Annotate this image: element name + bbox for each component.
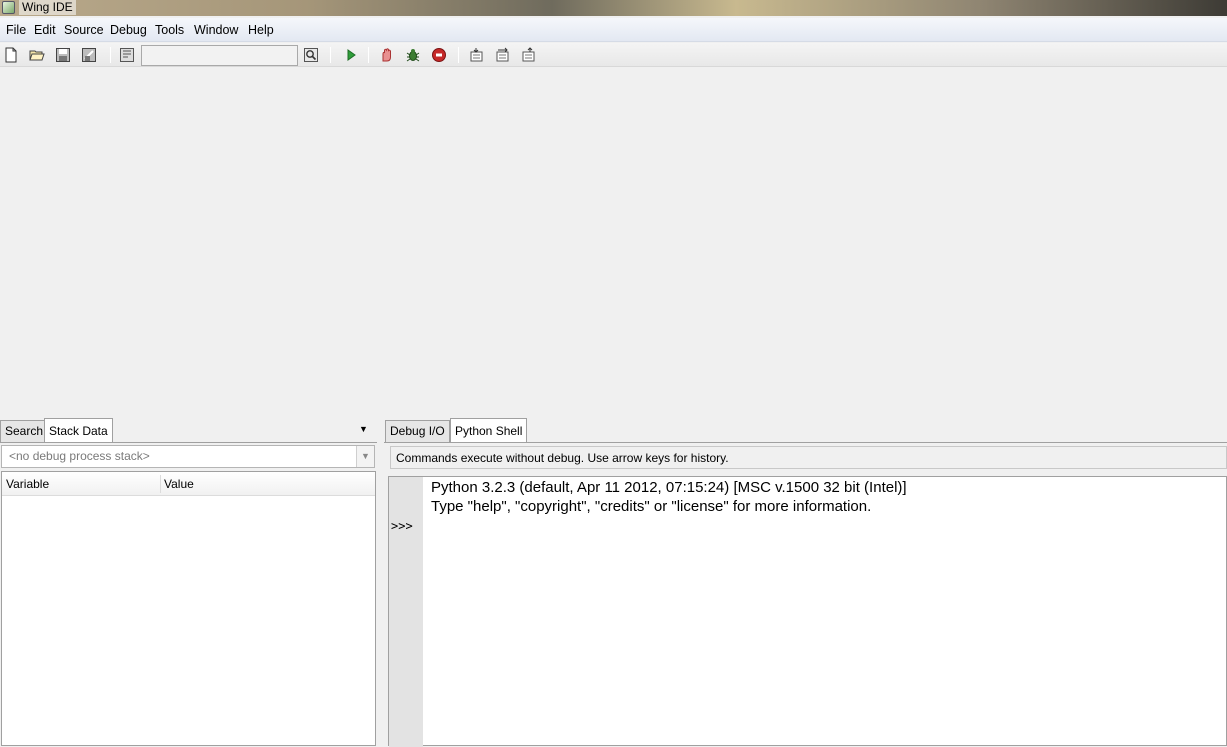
column-header-value[interactable]: Value — [164, 477, 194, 491]
column-header-variable[interactable]: Variable — [6, 477, 49, 491]
menu-debug[interactable]: Debug — [110, 22, 147, 38]
save-all-icon[interactable] — [81, 47, 97, 63]
print-icon[interactable] — [119, 47, 135, 63]
tab-divider — [0, 442, 377, 443]
menu-window[interactable]: Window — [194, 22, 238, 38]
toolbar-separator — [110, 47, 111, 63]
python-shell-panel: Debug I/O Python Shell Commands execute … — [384, 416, 1227, 747]
shell-output-line: Python 3.2.3 (default, Apr 11 2012, 07:1… — [431, 479, 907, 496]
wing-app-icon — [2, 1, 15, 14]
step-out-icon[interactable] — [521, 47, 537, 63]
menu-help[interactable]: Help — [248, 22, 274, 38]
prompt-gutter: >>> — [389, 477, 423, 747]
save-icon[interactable] — [55, 47, 71, 63]
tab-divider — [384, 442, 1227, 443]
run-icon[interactable] — [343, 47, 359, 63]
tab-debug-io[interactable]: Debug I/O — [385, 420, 450, 443]
stack-selector-value: <no debug process stack> — [9, 449, 150, 463]
search-icon[interactable] — [303, 47, 319, 63]
editor-area[interactable] — [0, 68, 1227, 416]
stop-hand-icon[interactable] — [379, 47, 395, 63]
tab-python-shell[interactable]: Python Shell — [450, 418, 528, 443]
panel-options-icon[interactable]: ▼ — [359, 424, 368, 434]
chevron-down-icon[interactable]: ▼ — [356, 446, 374, 467]
variables-table[interactable]: Variable Value — [1, 471, 376, 746]
step-into-icon[interactable] — [469, 47, 485, 63]
menu-source[interactable]: Source — [64, 22, 104, 38]
toolbar-separator — [330, 47, 331, 63]
menu-file[interactable]: File — [6, 22, 26, 38]
stop-debug-icon[interactable] — [431, 47, 447, 63]
title-bar: Wing IDE — [0, 0, 1227, 16]
toolbar-search-input[interactable] — [141, 45, 298, 66]
stack-data-panel: Search Stack Data ▼ <no debug process st… — [0, 416, 377, 746]
shell-prompt: >>> — [391, 519, 413, 533]
toolbar — [0, 43, 1227, 67]
shell-output-line: Type "help", "copyright", "credits" or "… — [431, 498, 872, 515]
debug-bug-icon[interactable] — [405, 47, 421, 63]
tab-stack-data[interactable]: Stack Data — [44, 418, 113, 443]
menu-bar: File Edit Source Debug Tools Window Help — [0, 18, 1227, 42]
menu-edit[interactable]: Edit — [34, 22, 56, 38]
toolbar-separator — [458, 47, 459, 63]
shell-info-bar: Commands execute without debug. Use arro… — [390, 446, 1227, 469]
open-file-icon[interactable] — [29, 47, 45, 63]
menu-tools[interactable]: Tools — [155, 22, 184, 38]
table-header: Variable Value — [2, 472, 375, 496]
step-over-icon[interactable] — [495, 47, 511, 63]
python-shell-console[interactable]: >>> Python 3.2.3 (default, Apr 11 2012, … — [388, 476, 1227, 747]
window-title: Wing IDE — [19, 0, 76, 15]
toolbar-separator — [368, 47, 369, 63]
new-file-icon[interactable] — [3, 47, 19, 63]
stack-selector[interactable]: <no debug process stack> ▼ — [1, 445, 375, 468]
tab-search[interactable]: Search — [0, 420, 49, 443]
column-divider[interactable] — [160, 475, 161, 493]
